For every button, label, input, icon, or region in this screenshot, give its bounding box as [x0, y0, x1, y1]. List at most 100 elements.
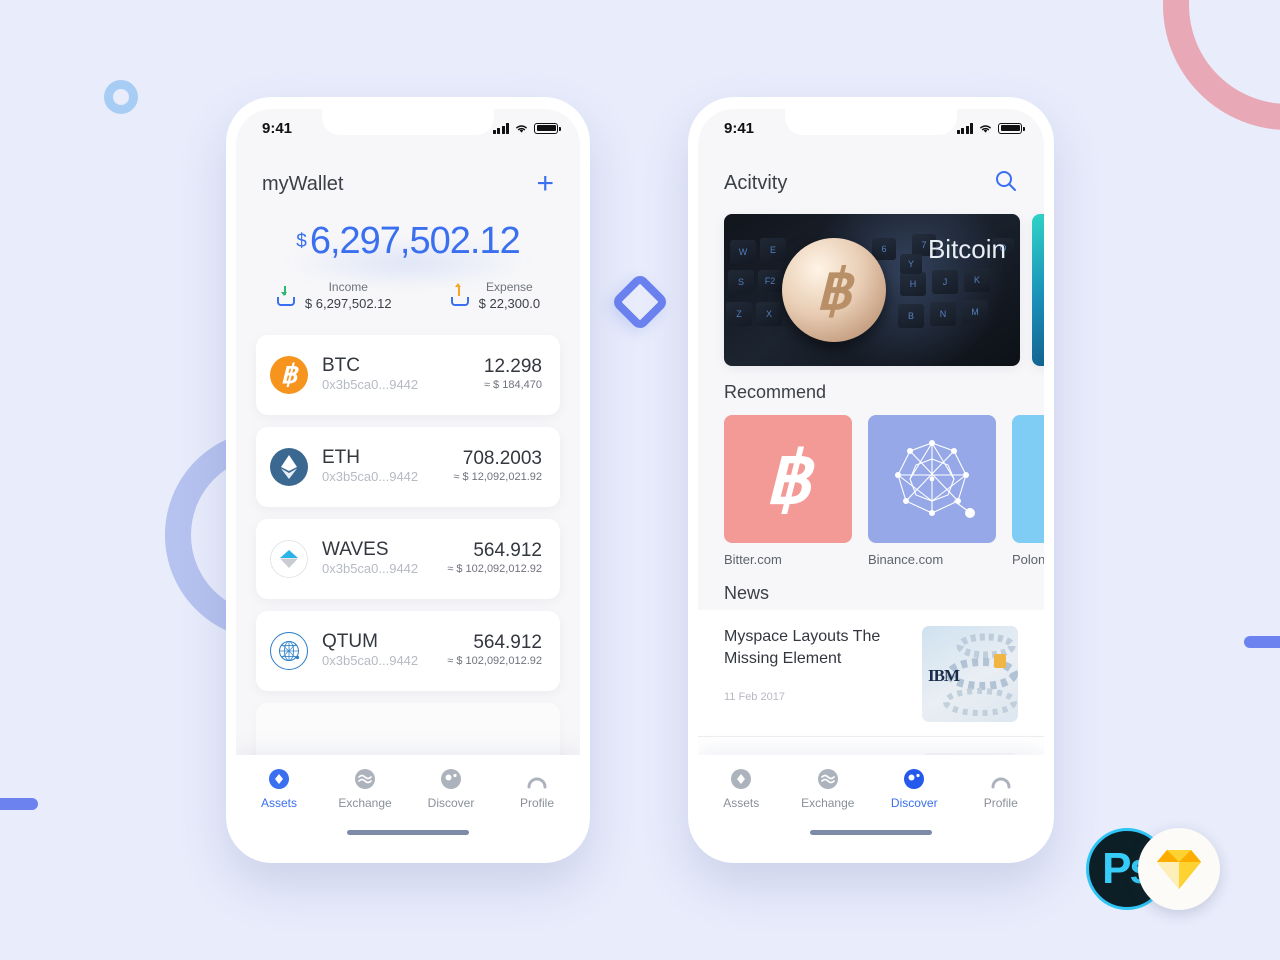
balance-currency: $ — [296, 231, 307, 252]
list-item[interactable]: Polonie — [1012, 415, 1044, 567]
expense-icon — [450, 282, 470, 306]
tab-label: Exchange — [338, 796, 392, 810]
notch — [322, 109, 494, 135]
total-balance: $ 6,297,502.12 — [296, 220, 520, 263]
banner-bitcoin[interactable]: W E S F2 Z X H J K B N M 6 7 Y O ฿ Bitco… — [724, 214, 1020, 366]
signal-icon — [956, 122, 973, 134]
recommend-section-title: Recommend — [724, 382, 827, 402]
poloniex-icon — [1012, 415, 1044, 543]
asset-symbol: QTUM — [322, 631, 378, 653]
tab-bar-left: Assets Exchange Discover Profile — [236, 755, 580, 851]
add-wallet-button[interactable]: + — [536, 169, 554, 199]
signal-icon — [492, 122, 509, 134]
home-indicator[interactable] — [347, 830, 469, 835]
tab-profile[interactable]: Profile — [958, 767, 1045, 810]
list-item[interactable]: ฿ Bitter.com — [724, 415, 852, 567]
pill-bar-right-decoration — [1244, 636, 1280, 648]
recommend-label: Binance.com — [868, 552, 944, 567]
expense-value: $ 22,300.0 — [478, 295, 541, 311]
income-icon — [276, 285, 296, 306]
assets-icon — [698, 767, 785, 791]
status-time: 9:41 — [262, 119, 293, 137]
asset-address: 0x3b5ca0...9442 — [322, 561, 419, 576]
asset-symbol: BTC — [322, 355, 360, 377]
battery-icon — [534, 122, 561, 134]
asset-quantity: 708.2003 — [462, 447, 542, 469]
tab-exchange[interactable]: Exchange — [322, 767, 408, 810]
tab-assets[interactable]: Assets — [236, 767, 322, 810]
search-icon[interactable] — [994, 169, 1018, 198]
income-value: $ 6,297,502.12 — [304, 295, 392, 311]
news-thumbnail: IBM — [922, 626, 1018, 722]
tab-discover[interactable]: Discover — [871, 767, 958, 810]
asset-address: 0x3b5ca0...9442 — [322, 469, 419, 484]
recommend-label: Polonie — [1012, 552, 1044, 567]
asset-quantity: 564.912 — [473, 539, 542, 561]
recommend-row: ฿ Bitter.com Binance.com Polon — [698, 403, 1044, 567]
tab-label: Discover — [427, 796, 475, 810]
pink-arc-decoration — [1163, 0, 1280, 130]
asset-list: ฿ BTC 0x3b5ca0...9442 12.298 ≈ $ 184,470 — [236, 334, 580, 783]
waves-coin-icon — [270, 539, 308, 578]
discover-icon — [408, 767, 494, 791]
background-decorations — [0, 0, 1280, 960]
tab-assets[interactable]: Assets — [698, 767, 785, 810]
asset-symbol: ETH — [322, 447, 360, 469]
battery-icon — [998, 122, 1025, 134]
banner-caption: Bitcoin — [927, 234, 1006, 264]
small-ring-decoration — [104, 80, 138, 114]
wallet-screen: 9:41 myWallet + $ 6,297,502.12 $ 6,297,5… — [236, 109, 580, 851]
asset-quantity: 12.298 — [483, 355, 542, 377]
tab-label: Discover — [890, 796, 938, 810]
asset-quantity: 564.912 — [473, 631, 542, 653]
status-time: 9:41 — [724, 119, 755, 137]
qtum-coin-icon — [270, 631, 308, 670]
recommend-label: Bitter.com — [724, 552, 782, 567]
page-title: myWallet — [262, 172, 344, 195]
phone-left: 9:41 myWallet + $ 6,297,502.12 $ 6,297,5… — [226, 97, 590, 863]
asset-fiat-value: ≈ $ 102,092,012.92 — [447, 562, 542, 575]
table-row[interactable]: ETH 0x3b5ca0...9442 708.2003 ≈ $ 12,092,… — [256, 426, 560, 507]
exchange-icon — [322, 767, 408, 791]
wifi-icon — [980, 124, 991, 133]
table-row[interactable]: WAVES 0x3b5ca0...9442 564.912 ≈ $ 102,09… — [256, 518, 560, 599]
bitcoin-glyph-icon: ฿ — [724, 415, 852, 543]
ibm-logo: IBM — [928, 666, 960, 685]
asset-address: 0x3b5ca0...9442 — [322, 653, 419, 668]
home-indicator[interactable] — [810, 830, 932, 835]
asset-address: 0x3b5ca0...9442 — [322, 377, 419, 392]
pill-bar-left-decoration — [0, 798, 38, 810]
tab-label: Profile — [983, 796, 1018, 810]
tab-bar-right: Assets Exchange Discover Profile — [698, 755, 1044, 851]
diamond-outline-decoration — [610, 272, 670, 332]
news-title: Myspace Layouts The Missing Element — [724, 628, 881, 667]
banner-carousel[interactable]: W E S F2 Z X H J K B N M 6 7 Y O ฿ Bitco… — [698, 214, 1044, 366]
exchange-icon — [785, 767, 872, 791]
bitcoin-coin-photo: ฿ — [782, 238, 886, 342]
tab-label: Assets — [260, 796, 297, 810]
tab-profile[interactable]: Profile — [494, 767, 580, 810]
tab-label: Assets — [723, 796, 760, 810]
tab-discover[interactable]: Discover — [408, 767, 494, 810]
network-graph-icon — [868, 415, 996, 543]
news-date: 11 Feb 2017 — [724, 691, 785, 704]
list-item[interactable]: Myspace Layouts The Missing Element 11 F… — [698, 610, 1044, 737]
wifi-icon — [516, 124, 527, 133]
asset-fiat-value: ≈ $ 102,092,012.92 — [447, 654, 542, 667]
list-item[interactable]: Binance.com — [868, 415, 996, 567]
btc-coin-icon: ฿ — [270, 355, 308, 394]
tab-label: Profile — [519, 796, 554, 810]
profile-icon — [494, 767, 580, 791]
tab-exchange[interactable]: Exchange — [785, 767, 872, 810]
table-row[interactable]: QTUM 0x3b5ca0...9442 564.912 ≈ $ 102,092… — [256, 610, 560, 691]
news-section-title: News — [724, 583, 770, 603]
table-row[interactable]: ฿ BTC 0x3b5ca0...9442 12.298 ≈ $ 184,470 — [256, 334, 560, 415]
sketch-icon — [1138, 828, 1220, 910]
profile-icon — [958, 767, 1045, 791]
wallet-header: myWallet + — [236, 147, 580, 199]
tab-label: Exchange — [801, 796, 855, 810]
asset-fiat-value: ≈ $ 12,092,021.92 — [453, 470, 542, 483]
banner-secondary[interactable] — [1032, 214, 1044, 366]
page-title: Acitvity — [724, 172, 788, 194]
assets-icon — [236, 767, 322, 791]
